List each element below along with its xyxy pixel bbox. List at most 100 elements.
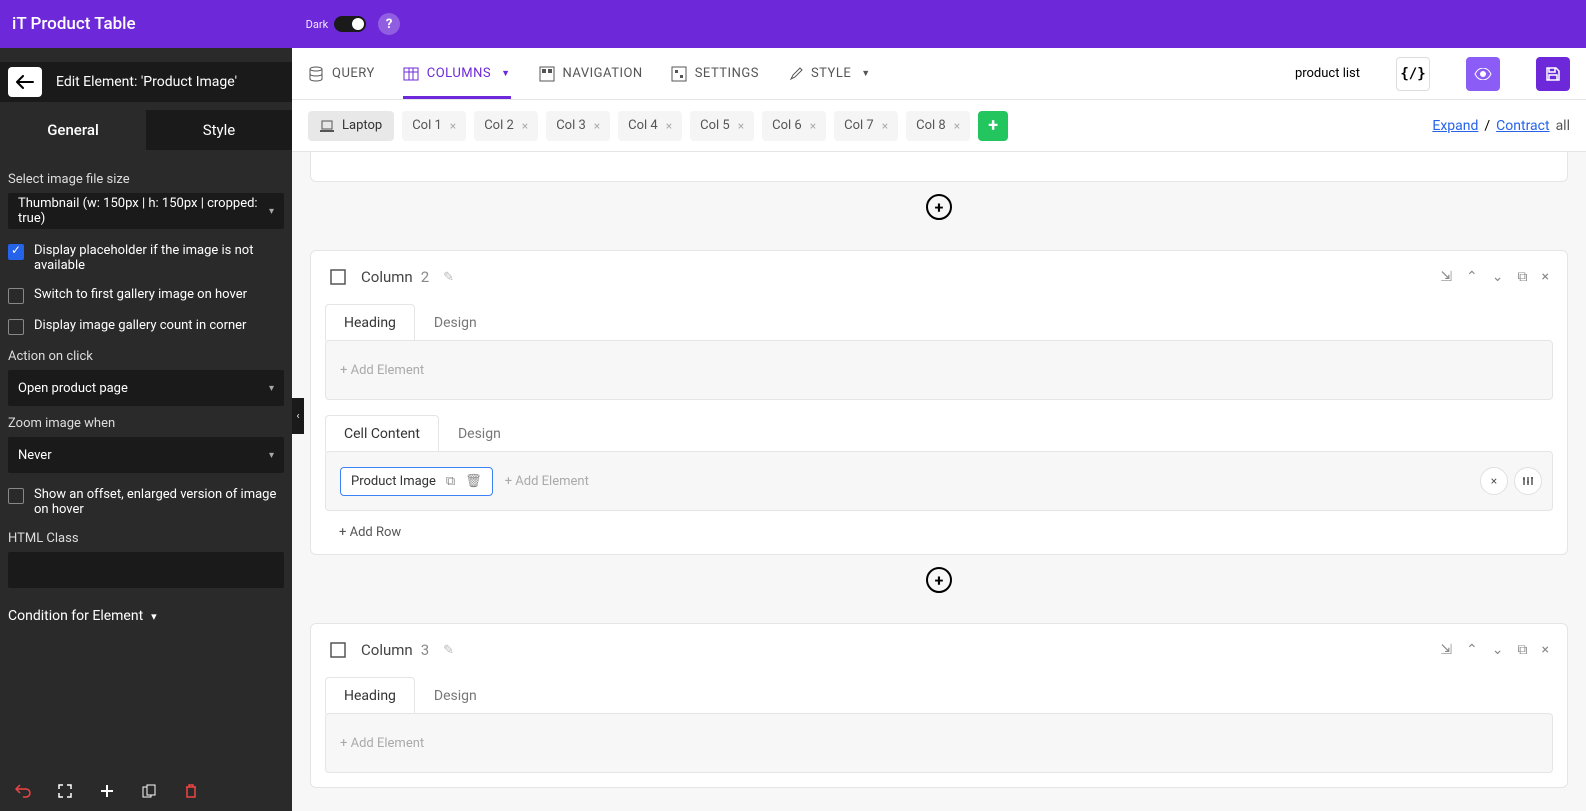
edit-icon[interactable]: ✎ <box>443 270 454 285</box>
nav-navigation[interactable]: NAVIGATION <box>539 48 643 99</box>
label-action: Action on click <box>8 349 284 364</box>
dark-mode-toggle[interactable]: Dark <box>306 16 367 32</box>
duplicate-icon[interactable]: ⧉ <box>1518 269 1528 285</box>
edit-icon[interactable]: ✎ <box>443 643 454 658</box>
collapse-icon[interactable]: ⇲ <box>1440 269 1452 285</box>
move-up-icon[interactable]: ⌃ <box>1466 642 1478 658</box>
select-zoom[interactable]: Never ▾ <box>8 437 284 473</box>
move-down-icon[interactable]: ⌄ <box>1492 642 1504 658</box>
close-icon[interactable]: × <box>522 119 528 133</box>
cb-placeholder-row[interactable]: Display placeholder if the image is not … <box>8 243 284 273</box>
tab-heading[interactable]: Heading <box>325 304 415 341</box>
input-html-class[interactable] <box>8 552 284 588</box>
content-scroll[interactable]: + Column 2 ✎ ⇲ ⌃ ⌄ ⧉ × <box>292 152 1586 811</box>
save-button[interactable] <box>1536 57 1570 91</box>
move-down-icon[interactable]: ⌄ <box>1492 269 1504 285</box>
select-action[interactable]: Open product page ▾ <box>8 370 284 406</box>
checkbox-placeholder[interactable] <box>8 244 24 260</box>
col-pill-5[interactable]: Col 5× <box>690 111 754 141</box>
expand-icon[interactable] <box>56 782 74 800</box>
column-card-2: Column 2 ✎ ⇲ ⌃ ⌄ ⧉ × Heading Design <box>310 250 1568 555</box>
col-pill-4[interactable]: Col 4× <box>618 111 682 141</box>
add-element-text[interactable]: + Add Element <box>340 363 424 378</box>
col-pill-7[interactable]: Col 7× <box>834 111 898 141</box>
close-icon[interactable]: × <box>1542 642 1549 658</box>
close-icon[interactable]: × <box>810 119 816 133</box>
nav-query[interactable]: QUERY <box>308 48 375 99</box>
close-icon[interactable]: × <box>954 119 960 133</box>
close-icon[interactable]: × <box>738 119 744 133</box>
collapse-icon[interactable]: ⇲ <box>1440 642 1452 658</box>
add-element-text[interactable]: + Add Element <box>340 736 424 751</box>
col-pill-6[interactable]: Col 6× <box>762 111 826 141</box>
close-icon[interactable]: × <box>594 119 600 133</box>
plus-icon[interactable] <box>98 782 116 800</box>
undo-icon[interactable] <box>14 782 32 800</box>
duplicate-icon[interactable]: ⧉ <box>1518 642 1528 658</box>
close-icon[interactable]: × <box>882 119 888 133</box>
heading-dropzone[interactable]: + Add Element <box>325 340 1553 400</box>
toggle-switch[interactable] <box>334 16 366 32</box>
responsive-selector[interactable]: Laptop <box>308 111 394 141</box>
checkbox-count[interactable] <box>8 319 24 335</box>
preview-button[interactable] <box>1466 57 1500 91</box>
col-pill-8[interactable]: Col 8× <box>906 111 970 141</box>
tab-design[interactable]: Design <box>439 415 520 452</box>
chevron-down-icon: ▼ <box>861 68 870 79</box>
database-icon <box>308 66 324 82</box>
tab-style[interactable]: Style <box>146 110 292 150</box>
cb-count-row[interactable]: Display image gallery count in corner <box>8 318 284 335</box>
chevron-down-icon: ▾ <box>269 206 274 217</box>
contract-link[interactable]: Contract <box>1496 118 1549 134</box>
element-chip-product-image[interactable]: Product Image ⧉ 🗑 <box>340 467 493 496</box>
expand-link[interactable]: Expand <box>1432 118 1478 134</box>
help-button[interactable]: ? <box>378 13 400 35</box>
chevron-down-icon: ▼ <box>501 68 510 79</box>
column-card-fragment <box>310 152 1568 182</box>
label-image-size: Select image file size <box>8 172 284 187</box>
tab-heading[interactable]: Heading <box>325 677 415 714</box>
tab-cell-content[interactable]: Cell Content <box>325 415 439 452</box>
back-button[interactable] <box>8 67 42 97</box>
settings-icon <box>671 66 687 82</box>
close-icon[interactable]: × <box>666 119 672 133</box>
copy-icon[interactable]: ⧉ <box>446 474 455 489</box>
tab-general[interactable]: General <box>0 110 146 150</box>
expand-contract-controls: Expand / Contract all <box>1432 118 1570 134</box>
add-column-button[interactable]: + <box>978 111 1008 141</box>
trash-icon[interactable]: 🗑 <box>465 474 482 489</box>
table-name-input[interactable] <box>1240 66 1360 81</box>
col-pill-3[interactable]: Col 3× <box>546 111 610 141</box>
remove-row-button[interactable]: × <box>1480 467 1508 495</box>
cell-dropzone[interactable]: Product Image ⧉ 🗑 + Add Element × <box>325 451 1553 511</box>
trash-icon[interactable] <box>182 782 200 800</box>
cell-tabs: Cell Content Design <box>311 414 1567 451</box>
label-zoom: Zoom image when <box>8 416 284 431</box>
tab-design[interactable]: Design <box>415 304 496 341</box>
code-button[interactable]: {/} <box>1396 57 1430 91</box>
collapse-sidebar-button[interactable]: ‹ <box>292 398 304 434</box>
brush-icon <box>787 66 803 82</box>
checkbox-offset[interactable] <box>8 488 24 504</box>
cb-offset-row[interactable]: Show an offset, enlarged version of imag… <box>8 487 284 517</box>
close-icon[interactable]: × <box>450 119 456 133</box>
nav-style[interactable]: STYLE ▼ <box>787 48 871 99</box>
tab-design[interactable]: Design <box>415 677 496 714</box>
nav-columns[interactable]: COLUMNS ▼ <box>403 48 511 99</box>
heading-dropzone[interactable]: + Add Element <box>325 713 1553 773</box>
copy-icon[interactable] <box>140 782 158 800</box>
add-column-between-button[interactable]: + <box>926 567 952 593</box>
add-row-button[interactable]: + Add Row <box>311 525 1567 554</box>
cb-hover-row[interactable]: Switch to first gallery image on hover <box>8 287 284 304</box>
col-pill-1[interactable]: Col 1× <box>402 111 466 141</box>
row-settings-button[interactable] <box>1514 467 1542 495</box>
checkbox-hover[interactable] <box>8 288 24 304</box>
select-image-size[interactable]: Thumbnail (w: 150px | h: 150px | cropped… <box>8 193 284 229</box>
add-element-text[interactable]: + Add Element <box>505 474 589 489</box>
move-up-icon[interactable]: ⌃ <box>1466 269 1478 285</box>
col-pill-2[interactable]: Col 2× <box>474 111 538 141</box>
nav-settings[interactable]: SETTINGS <box>671 48 759 99</box>
condition-toggle[interactable]: Condition for Element ▾ <box>8 608 284 624</box>
close-icon[interactable]: × <box>1542 269 1549 285</box>
add-column-between-button[interactable]: + <box>926 194 952 220</box>
